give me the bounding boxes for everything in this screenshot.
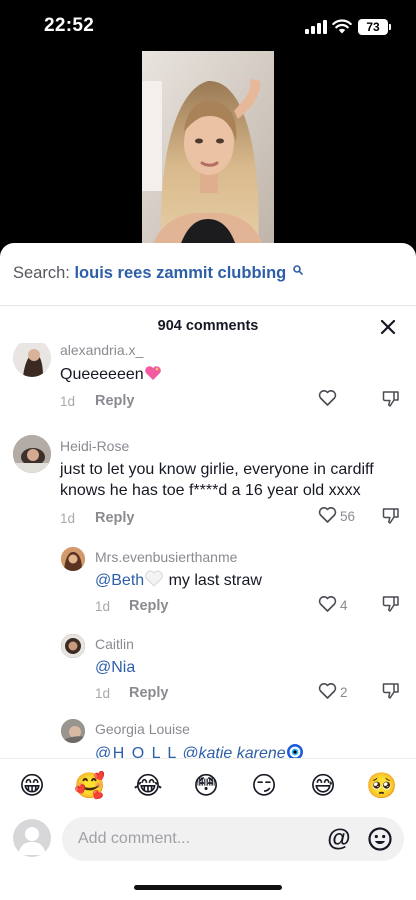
heart-icon — [318, 507, 337, 523]
comment-time: 1d — [95, 599, 111, 614]
search-suggestion[interactable]: Search: louis rees zammit clubbing — [13, 264, 303, 286]
mention-link[interactable]: @katie karene — [182, 745, 285, 758]
avatar[interactable] — [13, 435, 51, 473]
emoji-flushed-button[interactable]: 😳 — [190, 770, 222, 802]
dislike-button[interactable] — [382, 507, 402, 527]
comment-text: @H O L L @katie karene — [95, 743, 304, 758]
reply-button[interactable]: Reply — [95, 510, 135, 526]
thumbs-down-icon — [382, 683, 399, 699]
like-count: 4 — [340, 598, 348, 613]
like-count: 2 — [340, 685, 348, 700]
emoji-picker-icon[interactable] — [367, 826, 393, 852]
comment-input-placeholder: Add comment... — [78, 830, 191, 847]
wifi-icon — [332, 19, 352, 34]
thumbs-down-icon — [382, 391, 399, 407]
comments-sheet: Search: louis rees zammit clubbing 904 c… — [0, 243, 416, 900]
reply-button[interactable]: Reply — [95, 393, 135, 409]
comment-time: 1d — [95, 686, 111, 701]
avatar[interactable] — [61, 547, 85, 571]
add-comment-input[interactable]: Add comment... @ — [62, 817, 404, 861]
comment-username[interactable]: Caitlin — [95, 636, 134, 652]
search-query-link[interactable]: louis rees zammit clubbing — [74, 264, 286, 282]
like-button[interactable]: 2 — [318, 682, 348, 704]
dislike-button[interactable] — [382, 595, 402, 615]
video-thumbnail[interactable] — [142, 51, 274, 246]
heart-sparkle-emoji — [144, 366, 161, 380]
comments-list[interactable]: alexandria.x_ Queeeeeen 1d Reply Heidi-R… — [0, 343, 416, 758]
heart-icon — [318, 390, 337, 406]
comment-username[interactable]: Heidi-Rose — [60, 438, 129, 454]
comment-time: 1d — [60, 394, 76, 409]
comment-text: @Beth my last straw — [95, 570, 262, 589]
like-button[interactable]: 56 — [318, 506, 355, 528]
signal-icon — [305, 20, 327, 34]
mention-button[interactable]: @ — [326, 826, 352, 852]
comment-username[interactable]: Georgia Louise — [95, 721, 190, 737]
like-count: 56 — [340, 509, 356, 524]
comment-text: Queeeeeen — [60, 364, 162, 385]
heart-icon — [318, 683, 337, 699]
close-icon[interactable] — [377, 316, 399, 338]
comment-time: 1d — [60, 511, 76, 526]
battery-tip — [389, 24, 391, 30]
heart-icon — [318, 596, 337, 612]
nazar-amulet-emoji — [286, 744, 303, 758]
emoji-grin-button[interactable]: 😁 — [16, 770, 48, 802]
mention-link[interactable]: @Beth — [95, 572, 144, 589]
avatar[interactable] — [13, 343, 51, 377]
emoji-tears-of-joy-button[interactable]: 😂 — [132, 770, 164, 802]
emoji-sweat-smile-button[interactable]: 😅 — [307, 770, 339, 802]
mention-link[interactable]: @Nia — [95, 659, 135, 676]
thumbs-down-icon — [382, 508, 399, 524]
avatar[interactable] — [61, 634, 85, 658]
emoji-pleading-button[interactable]: 🥺 — [366, 770, 398, 802]
comment-text: @Nia — [95, 657, 135, 678]
comment-username[interactable]: alexandria.x_ — [60, 343, 143, 358]
comment-username[interactable]: Mrs.evenbusierthanme — [95, 549, 237, 565]
reply-item: Mrs.evenbusierthanme @Beth my last straw… — [0, 547, 416, 627]
white-heart-emoji — [145, 570, 164, 587]
divider — [0, 758, 416, 759]
mention-link[interactable]: @H O L L — [95, 745, 178, 758]
comments-header: 904 comments — [0, 306, 416, 346]
reply-item: Caitlin @Nia 1d Reply 2 — [0, 634, 416, 714]
like-button[interactable]: 4 — [318, 595, 348, 617]
status-time: 22:52 — [44, 15, 95, 36]
reply-button[interactable]: Reply — [129, 598, 169, 614]
comments-count: 904 comments — [157, 318, 259, 334]
comment-text: just to let you know girlie, everyone in… — [60, 461, 374, 499]
emoji-smirk-button[interactable]: 😏 — [248, 770, 280, 802]
thumbs-down-icon — [382, 596, 399, 612]
dislike-button[interactable] — [382, 682, 402, 702]
search-icon — [293, 265, 303, 275]
my-avatar — [13, 819, 51, 857]
comment-item: Heidi-Rose just to let you know girlie, … — [0, 435, 416, 535]
battery-indicator: 73 — [358, 19, 388, 35]
emoji-quick-bar: 😁 🥰 😂 😳 😏 😅 🥺 — [0, 770, 416, 806]
reply-item: Georgia Louise @H O L L @katie karene — [0, 719, 416, 758]
status-bar: 22:52 73 — [0, 0, 416, 54]
reply-button[interactable]: Reply — [129, 685, 169, 701]
home-indicator — [134, 885, 282, 890]
like-button[interactable] — [318, 389, 337, 411]
dislike-button[interactable] — [382, 390, 402, 410]
comment-item: alexandria.x_ Queeeeeen 1d Reply — [0, 343, 416, 419]
avatar[interactable] — [61, 719, 85, 743]
emoji-smiling-hearts-button[interactable]: 🥰 — [74, 770, 106, 802]
search-label: Search: — [13, 264, 70, 282]
